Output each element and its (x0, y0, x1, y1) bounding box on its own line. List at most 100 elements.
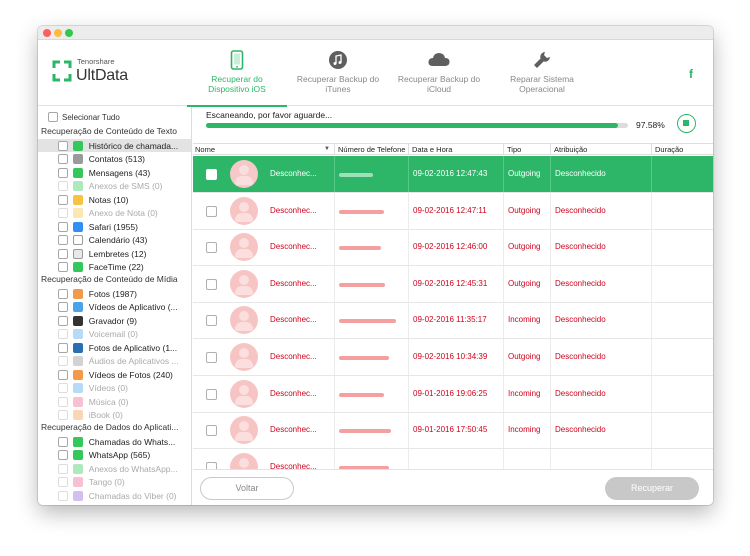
nav-recover-icloud-backup[interactable]: Recuperar Backup do iCloud (388, 40, 490, 106)
checkbox[interactable] (58, 248, 68, 259)
column-header-attribution[interactable]: Atribuição (550, 144, 651, 155)
sidebar-item[interactable]: Música (0) (38, 395, 191, 408)
column-header-phone[interactable]: Número de Telefone (334, 144, 408, 155)
nav-label-line2: Dispositivo iOS (208, 84, 266, 94)
select-all-checkbox[interactable]: Selecionar Tudo (48, 111, 120, 123)
row-checkbox[interactable] (206, 425, 217, 437)
sidebar-item-label: Anexo de Nota (0) (88, 208, 158, 218)
sidebar-item[interactable]: FaceTime (22) (38, 261, 191, 274)
column-header-type[interactable]: Tipo (503, 144, 550, 155)
table-row[interactable]: Desconhec... 09-02-2016 11:35:17 Incoming D… (193, 302, 713, 340)
checkbox[interactable] (48, 112, 58, 122)
row-checkbox[interactable] (206, 315, 217, 327)
sidebar-item[interactable]: Áudios de Aplicativos ... (38, 355, 191, 368)
column-header-datetime[interactable]: Data e Hora (408, 144, 503, 155)
sidebar-item[interactable]: Lembretes (12) (38, 247, 191, 260)
checkbox[interactable] (58, 262, 68, 272)
checkbox[interactable] (58, 369, 68, 380)
checkbox[interactable] (58, 221, 68, 232)
row-checkbox[interactable] (206, 242, 217, 254)
checkbox[interactable] (58, 315, 68, 326)
nav-recover-itunes-backup[interactable]: Recuperar Backup do iTunes (288, 40, 388, 106)
checkbox[interactable] (58, 140, 68, 151)
sidebar-item[interactable]: Chamadas do Viber (0) (38, 489, 191, 502)
zoom-window-button[interactable] (65, 29, 73, 37)
table-row[interactable]: Desconhec... (193, 448, 713, 469)
checkbox[interactable] (58, 181, 68, 191)
category-icon (72, 383, 83, 393)
sidebar-item[interactable]: Calendário (43) (38, 234, 191, 247)
cell-type: Outgoing (503, 229, 550, 266)
checkbox[interactable] (58, 302, 68, 312)
sidebar-item-label: Voicemail (0) (88, 329, 138, 339)
checkbox[interactable] (58, 477, 68, 487)
checkbox[interactable] (58, 463, 68, 474)
row-checkbox[interactable] (206, 461, 217, 469)
stop-scan-button[interactable] (677, 114, 696, 133)
table-row[interactable]: Desconhec... 09-02-2016 12:45:31 Outgoing D… (193, 265, 713, 303)
sidebar-item[interactable]: Chamadas do Whats... (38, 435, 191, 448)
column-header-name[interactable]: Nome ▼ (193, 144, 334, 155)
sidebar-item[interactable]: Voicemail (0) (38, 328, 191, 341)
sidebar-item[interactable]: Gravador (9) (38, 314, 191, 327)
minimize-window-button[interactable] (54, 29, 62, 37)
checkbox[interactable] (58, 194, 68, 205)
sidebar-item[interactable]: Vídeos de Aplicativo (... (38, 301, 191, 314)
nav-recover-ios-device[interactable]: Recuperar do Dispositivo iOS (187, 40, 287, 107)
checkbox[interactable] (58, 329, 68, 339)
cell-attribution: Desconhecido (550, 192, 651, 229)
table-row[interactable]: Desconhec... 09-02-2016 12:46:00 Outgoing D… (193, 229, 713, 267)
sidebar-group-title: Recuperação de Conteúdo de Mídia (41, 274, 178, 284)
sidebar-item[interactable]: Notas (10) (38, 193, 191, 206)
sidebar-item[interactable]: Fotos (1987) (38, 287, 191, 300)
table-row[interactable]: Desconhec... 09-02-2016 10:34:39 Outgoing D… (193, 339, 713, 376)
checkbox[interactable] (58, 356, 68, 366)
table-row[interactable]: Desconhec... 09-01-2016 17:50:45 Incoming D… (193, 412, 713, 450)
table-row[interactable]: Desconhec... 09-02-2016 12:47:43 Outgoing D… (193, 156, 713, 193)
checkbox[interactable] (58, 396, 68, 407)
sidebar-item[interactable]: Anexos do WhatsApp... (38, 462, 191, 475)
footer-bar: Voltar Recuperar (193, 469, 713, 505)
back-button[interactable]: Voltar (200, 477, 294, 500)
sidebar-item[interactable]: Anexos de SMS (0) (38, 180, 191, 193)
checkbox[interactable] (58, 383, 68, 393)
checkbox[interactable] (58, 235, 68, 245)
close-window-button[interactable] (43, 29, 51, 37)
sidebar-item-label: Mensagens (43) (88, 167, 151, 178)
checkbox[interactable] (58, 167, 68, 178)
cell-attribution: Desconhecido (550, 156, 651, 192)
checkbox[interactable] (58, 490, 68, 501)
checkbox[interactable] (58, 450, 68, 460)
category-icon (72, 477, 83, 487)
row-checkbox[interactable] (206, 205, 217, 217)
sidebar-item[interactable]: Mensagens (43) (38, 166, 191, 179)
sidebar-item[interactable]: Contatos (513) (38, 153, 191, 166)
recover-button[interactable]: Recuperar (605, 477, 699, 500)
checkbox[interactable] (58, 154, 68, 164)
nav-repair-os[interactable]: Reparar Sistema Operacional (492, 40, 592, 106)
column-header-duration[interactable]: Duração (651, 144, 713, 155)
checkbox[interactable] (58, 208, 68, 218)
contact-avatar (230, 452, 258, 469)
sidebar-item[interactable]: Anexo de Nota (0) (38, 207, 191, 220)
sidebar-item[interactable]: Fotos de Aplicativo (1... (38, 341, 191, 354)
sidebar-item[interactable]: Vídeos (0) (38, 382, 191, 395)
sidebar-item[interactable]: iBook (0) (38, 409, 191, 422)
checkbox[interactable] (58, 342, 68, 353)
sidebar-item[interactable]: WhatsApp (565) (38, 449, 191, 462)
row-checkbox[interactable] (206, 388, 217, 400)
checkbox[interactable] (58, 288, 68, 299)
sidebar-item[interactable]: Histórico de chamada... (38, 139, 191, 152)
sidebar-item[interactable]: Vídeos de Fotos (240) (38, 368, 191, 381)
facebook-icon[interactable]: f (689, 67, 693, 81)
row-checkbox[interactable] (206, 169, 217, 180)
table-row[interactable]: Desconhec... 09-01-2016 19:06:25 Incoming D… (193, 375, 713, 413)
table-row[interactable]: Desconhec... 09-02-2016 12:47:11 Outgoing D… (193, 192, 713, 230)
checkbox[interactable] (58, 410, 68, 420)
sidebar-item[interactable]: Tango (0) (38, 476, 191, 489)
row-checkbox[interactable] (206, 352, 217, 363)
row-checkbox[interactable] (206, 278, 217, 290)
sidebar-item[interactable]: Safari (1955) (38, 220, 191, 233)
sort-down-icon[interactable]: ▼ (324, 144, 330, 155)
checkbox[interactable] (58, 436, 68, 447)
